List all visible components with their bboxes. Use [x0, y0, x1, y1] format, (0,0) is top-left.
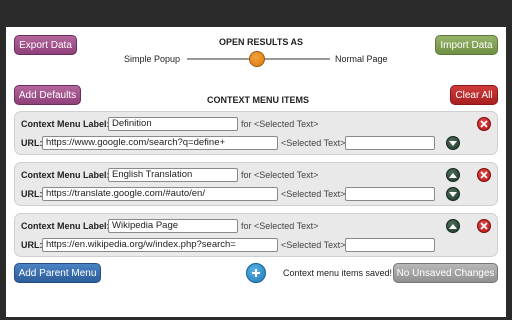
move-down-button[interactable] [446, 187, 460, 201]
add-defaults-button[interactable]: Add Defaults [14, 85, 81, 105]
add-item-button[interactable] [246, 263, 266, 283]
context-menu-heading: CONTEXT MENU ITEMS [207, 95, 310, 105]
selected-text-label: <Selected Text> [281, 138, 346, 148]
label-input[interactable]: Wikipedia Page [108, 219, 238, 233]
export-data-button[interactable]: Export Data [14, 35, 77, 55]
chevron-up-icon [449, 223, 457, 229]
label-caption: Context Menu Label: [21, 221, 110, 231]
chevron-down-icon [449, 140, 457, 146]
selected-text-label: <Selected Text> [254, 170, 319, 180]
selected-text-label: <Selected Text> [254, 221, 319, 231]
close-icon [480, 120, 488, 128]
open-results-slider-thumb[interactable] [249, 51, 265, 67]
label-caption: Context Menu Label: [21, 170, 110, 180]
label-input[interactable]: English Translation [108, 168, 238, 182]
url-input[interactable]: https://www.google.com/search?q=define+ [42, 136, 278, 150]
delete-item-button[interactable] [477, 117, 491, 131]
url-caption: URL: [21, 240, 43, 250]
clear-all-button[interactable]: Clear All [450, 85, 498, 105]
close-icon [480, 222, 488, 230]
move-up-button[interactable] [446, 219, 460, 233]
delete-item-button[interactable] [477, 168, 491, 182]
save-status-text: Context menu items saved! [283, 268, 393, 278]
for-text: for [241, 170, 252, 180]
simple-popup-label: Simple Popup [124, 54, 181, 64]
plus-icon [252, 269, 260, 277]
normal-page-label: Normal Page [335, 54, 388, 64]
chevron-up-icon [449, 172, 457, 178]
selected-text-label: <Selected Text> [281, 240, 346, 250]
no-unsaved-changes-button[interactable]: No Unsaved Changes [393, 263, 498, 283]
url-caption: URL: [21, 189, 43, 199]
url-suffix-input[interactable] [345, 136, 435, 150]
for-text: for [241, 221, 252, 231]
context-menu-item: Context Menu Label: Definition for <Sele… [14, 111, 498, 155]
import-data-button[interactable]: Import Data [435, 35, 498, 55]
url-suffix-input[interactable] [345, 187, 435, 201]
chevron-down-icon [449, 191, 457, 197]
for-text: for [241, 119, 252, 129]
selected-text-label: <Selected Text> [281, 189, 346, 199]
url-input[interactable]: https://translate.google.com/#auto/en/ [42, 187, 278, 201]
url-caption: URL: [21, 138, 43, 148]
context-menu-item: Context Menu Label: Wikipedia Page for <… [14, 213, 498, 257]
label-caption: Context Menu Label: [21, 119, 110, 129]
move-down-button[interactable] [446, 136, 460, 150]
selected-text-label: <Selected Text> [254, 119, 319, 129]
url-suffix-input[interactable] [345, 238, 435, 252]
add-parent-menu-button[interactable]: Add Parent Menu [14, 263, 101, 283]
context-menu-item: Context Menu Label: English Translation … [14, 162, 498, 206]
move-up-button[interactable] [446, 168, 460, 182]
label-input[interactable]: Definition [108, 117, 238, 131]
open-results-heading: OPEN RESULTS AS [219, 37, 304, 47]
close-icon [480, 171, 488, 179]
delete-item-button[interactable] [477, 219, 491, 233]
url-input[interactable]: https://en.wikipedia.org/w/index.php?sea… [42, 238, 278, 252]
